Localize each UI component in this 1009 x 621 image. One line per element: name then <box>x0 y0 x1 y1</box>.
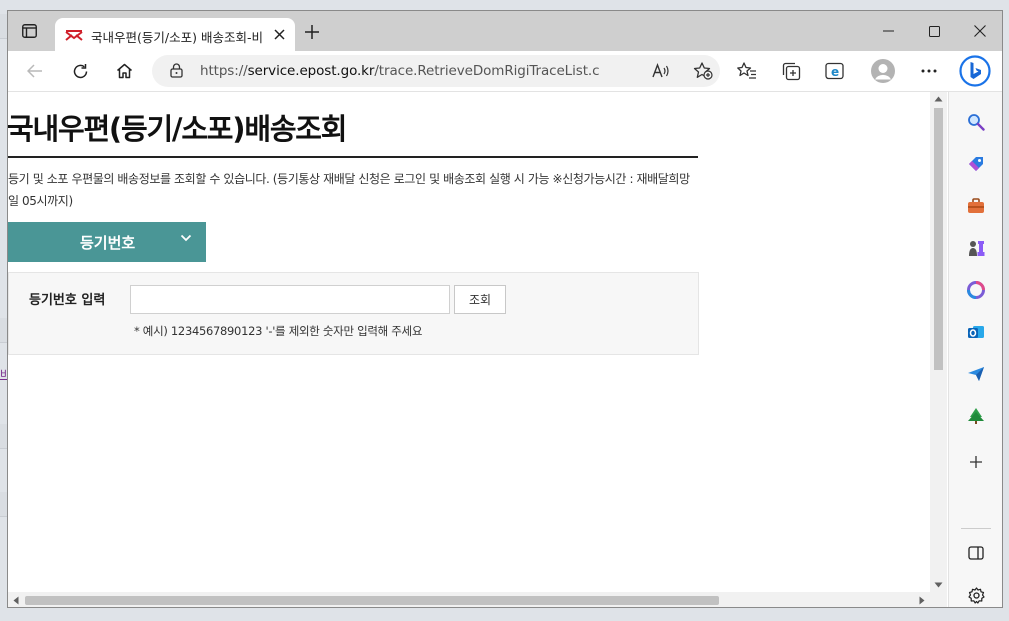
minimize-icon <box>882 30 894 32</box>
address-bar[interactable]: https://service.epost.go.kr/trace.Retrie… <box>152 55 720 87</box>
scroll-down-icon[interactable] <box>934 582 943 588</box>
briefcase-icon[interactable] <box>963 193 989 219</box>
new-tab-button[interactable] <box>303 23 321 41</box>
url-text[interactable]: https://service.epost.go.kr/trace.Retrie… <box>200 63 600 79</box>
profile-button[interactable] <box>870 58 896 84</box>
browser-window: 국내우편(등기/소포) 배송조회-비 https://service.epost… <box>7 10 1003 608</box>
home-icon <box>116 63 132 79</box>
tracking-number-label: 등기번호 입력 <box>29 293 106 308</box>
title-divider <box>8 156 698 158</box>
tab-actions-button[interactable] <box>20 23 38 39</box>
collections-button[interactable] <box>776 57 806 85</box>
tree-icon[interactable] <box>963 403 989 429</box>
search-button[interactable]: 조회 <box>454 285 506 314</box>
ie-mode-button[interactable]: e <box>820 57 850 85</box>
lock-icon[interactable] <box>170 63 183 82</box>
more-icon <box>921 69 937 73</box>
close-window-button[interactable] <box>957 11 1002 51</box>
bing-icon <box>959 55 991 87</box>
add-favorite-icon[interactable] <box>692 61 714 81</box>
scroll-right-icon[interactable] <box>919 596 925 605</box>
refresh-icon <box>73 63 87 78</box>
horizontal-scrollbar[interactable] <box>8 592 947 607</box>
scroll-up-icon[interactable] <box>934 96 943 102</box>
tab-active[interactable]: 국내우편(등기/소포) 배송조회-비 <box>55 18 295 51</box>
chess-icon[interactable] <box>963 235 989 261</box>
favorites-icon <box>737 62 756 79</box>
send-icon[interactable] <box>963 361 989 387</box>
close-icon <box>974 25 986 37</box>
read-aloud-icon[interactable] <box>650 61 672 81</box>
tab-title: 국내우편(등기/소포) 배송조회-비 <box>91 30 263 45</box>
split-screen-icon[interactable] <box>963 540 989 566</box>
chevron-down-icon <box>180 234 192 242</box>
settings-icon[interactable] <box>963 582 989 607</box>
office-icon[interactable] <box>963 277 989 303</box>
back-button[interactable] <box>20 57 50 85</box>
edge-sidebar <box>948 92 1002 607</box>
search-type-dropdown[interactable]: 등기번호 <box>8 222 206 262</box>
page-description: 등기 및 소포 우편물의 배송정보를 조회할 수 있습니다. (등기통상 재배달… <box>8 172 690 208</box>
ie-mode-icon: e <box>825 62 844 80</box>
collections-icon <box>782 62 800 80</box>
search-type-label: 등기번호 <box>80 234 136 252</box>
avatar <box>871 59 895 83</box>
tracking-number-input[interactable] <box>130 285 450 314</box>
plus-icon <box>305 25 319 39</box>
arrow-left-icon <box>27 64 42 78</box>
tab-close-button[interactable] <box>271 26 287 42</box>
search-panel: 등기번호 입력 조회 * 예시) 1234567890123 '-'를 제외한 … <box>8 272 699 355</box>
more-options-button[interactable] <box>914 57 944 85</box>
vertical-scrollbar[interactable] <box>930 92 947 592</box>
input-hint: * 예시) 1234567890123 '-'를 제외한 숫자만 입력해 주세요 <box>134 324 423 338</box>
search-icon[interactable] <box>963 109 989 135</box>
outlook-icon[interactable] <box>963 319 989 345</box>
title-bar: 국내우편(등기/소포) 배송조회-비 <box>8 11 1002 51</box>
svg-text:e: e <box>831 65 839 79</box>
close-icon <box>273 28 285 40</box>
epost-logo-icon <box>65 28 83 47</box>
refresh-button[interactable] <box>65 57 95 85</box>
maximize-button[interactable] <box>911 11 957 51</box>
home-button[interactable] <box>109 57 139 85</box>
vertical-scroll-thumb[interactable] <box>934 108 943 370</box>
maximize-icon <box>928 25 940 37</box>
tag-icon[interactable] <box>963 151 989 177</box>
favorites-button[interactable] <box>732 57 762 85</box>
horizontal-scroll-thumb[interactable] <box>25 596 719 605</box>
browser-toolbar: https://service.epost.go.kr/trace.Retrie… <box>8 51 1002 92</box>
scroll-left-icon[interactable] <box>13 596 19 605</box>
tab-actions-icon <box>21 24 37 38</box>
bing-button[interactable] <box>958 54 992 88</box>
add-icon[interactable] <box>963 449 989 475</box>
minimize-button[interactable] <box>865 11 911 51</box>
page-title: 국내우편(등기/소포)배송조회 <box>8 112 347 146</box>
page-content: 국내우편(등기/소포)배송조회 등기 및 소포 우편물의 배송정보를 조회할 수… <box>8 92 947 592</box>
sidebar-divider <box>961 528 991 529</box>
